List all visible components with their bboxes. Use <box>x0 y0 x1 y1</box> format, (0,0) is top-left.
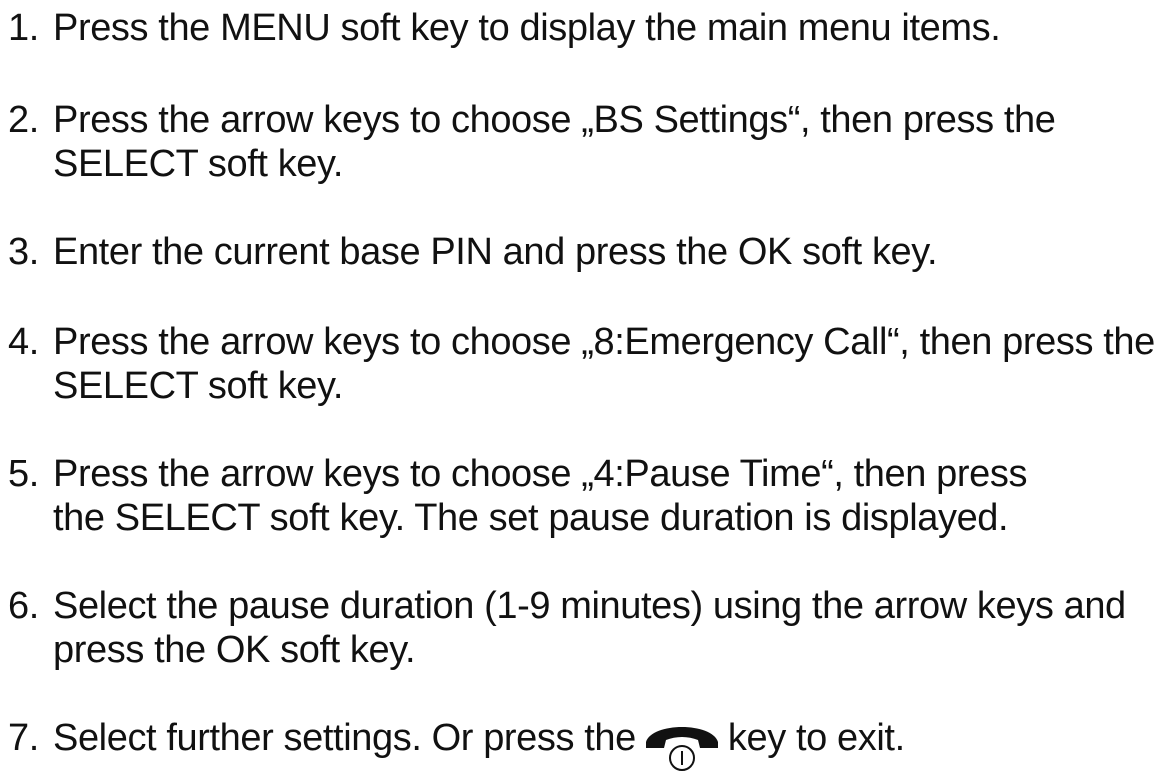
step-text-continued: the SELECT soft key. The set pause durat… <box>53 497 1009 539</box>
step-number: 6. <box>8 585 39 627</box>
step-text: Press the arrow keys to choose „8:Emerge… <box>53 321 1155 363</box>
step-text-continued: press the OK soft key. <box>53 629 416 671</box>
step-number: 7. <box>8 717 39 759</box>
step-number: 5. <box>8 453 39 495</box>
step-text: Press the arrow keys to choose „4:Pause … <box>53 453 1028 495</box>
step-number: 3. <box>8 231 39 273</box>
step-text-continued: SELECT soft key. <box>53 143 343 185</box>
step-number: 1. <box>8 7 39 49</box>
step-text: Select the pause duration (1-9 minutes) … <box>53 585 1126 627</box>
step-text: Press the MENU soft key to display the m… <box>53 7 1001 49</box>
step-text: Press the arrow keys to choose „BS Setti… <box>53 99 1056 141</box>
step-2: 2. Press the arrow keys to choose „BS Set… <box>8 98 1056 186</box>
step-6: 6. Select the pause duration (1-9 minutes… <box>8 584 1126 672</box>
step-text: Enter the current base PIN and press the… <box>53 231 938 273</box>
step-1: 1. Press the MENU soft key to display the… <box>8 6 1001 50</box>
step-text-continued: SELECT soft key. <box>53 365 343 407</box>
end-call-key-icon <box>642 716 722 771</box>
step-text: Select further settings. Or press the <box>53 717 636 759</box>
step-text-end: key to exit. <box>727 717 905 759</box>
step-number: 2. <box>8 99 39 141</box>
step-number: 4. <box>8 321 39 363</box>
step-4: 4. Press the arrow keys to choose „8:Emer… <box>8 320 1155 408</box>
step-3: 3. Enter the current base PIN and press t… <box>8 230 938 274</box>
step-7: 7. Select further settings. Or press the … <box>8 716 905 771</box>
step-5: 5. Press the arrow keys to choose „4:Paus… <box>8 452 1027 540</box>
